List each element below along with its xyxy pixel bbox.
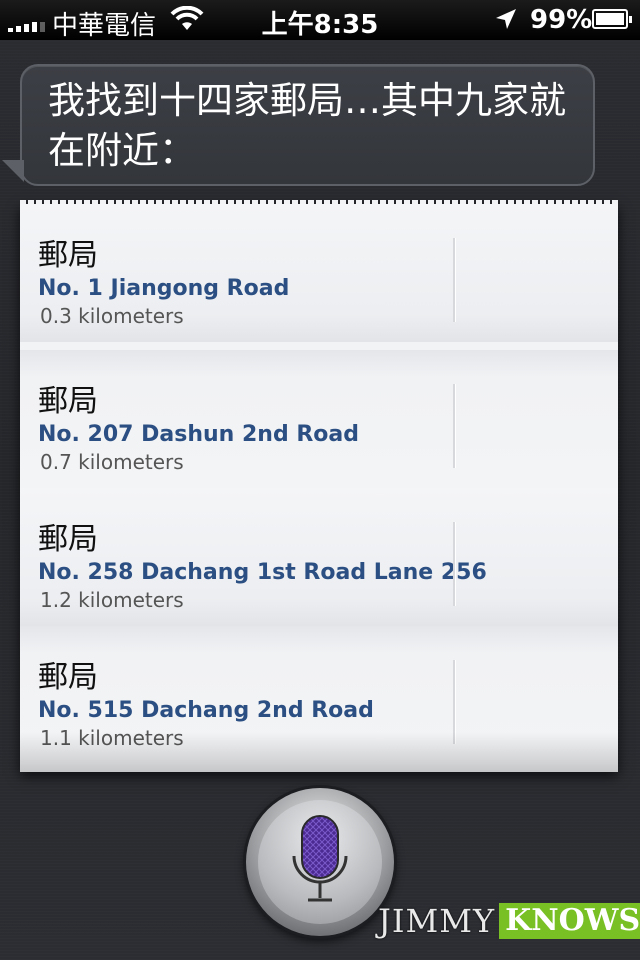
place-distance: 0.3 kilometers [40,304,184,328]
place-name: 郵局 [38,384,98,419]
row-divider [453,238,456,322]
results-list: 郵局 No. 1 Jiangong Road 0.3 kilometers 郵局… [20,200,618,772]
place-address: No. 258 Dachang 1st Road Lane 256 [38,560,487,585]
location-arrow-icon [494,7,518,38]
place-address: No. 207 Dashun 2nd Road [38,422,359,447]
result-item[interactable]: 郵局 No. 1 Jiangong Road 0.3 kilometers [20,204,618,342]
siri-response-bubble: 我找到十四家郵局…其中九家就在附近： [20,64,595,186]
battery-percent: 99% [530,5,593,35]
place-name: 郵局 [38,522,98,557]
watermark-logo: JIMMY KNOWS [378,902,640,940]
result-item[interactable]: 郵局 No. 207 Dashun 2nd Road 0.7 kilometer… [20,350,618,488]
watermark-knows: KNOWS [499,903,640,939]
status-bar: 中華電信 上午8:35 99% [0,0,640,41]
watermark-jimmy: JIMMY [378,902,496,940]
place-distance: 0.7 kilometers [40,450,184,474]
siri-mic-button[interactable] [246,788,394,936]
list-bottom-shadow [20,732,618,772]
place-name: 郵局 [38,238,98,273]
place-address: No. 1 Jiangong Road [38,276,290,301]
bubble-tail [2,160,24,182]
microphone-icon [292,815,348,902]
row-divider [453,384,456,468]
place-name: 郵局 [38,660,98,695]
place-address: No. 515 Dachang 2nd Road [38,698,374,723]
place-distance: 1.2 kilometers [40,588,184,612]
battery-charging-icon [592,9,632,29]
result-item[interactable]: 郵局 No. 258 Dachang 1st Road Lane 256 1.2… [20,488,618,626]
siri-response-text: 我找到十四家郵局…其中九家就在附近： [48,79,566,172]
row-divider [453,522,456,606]
